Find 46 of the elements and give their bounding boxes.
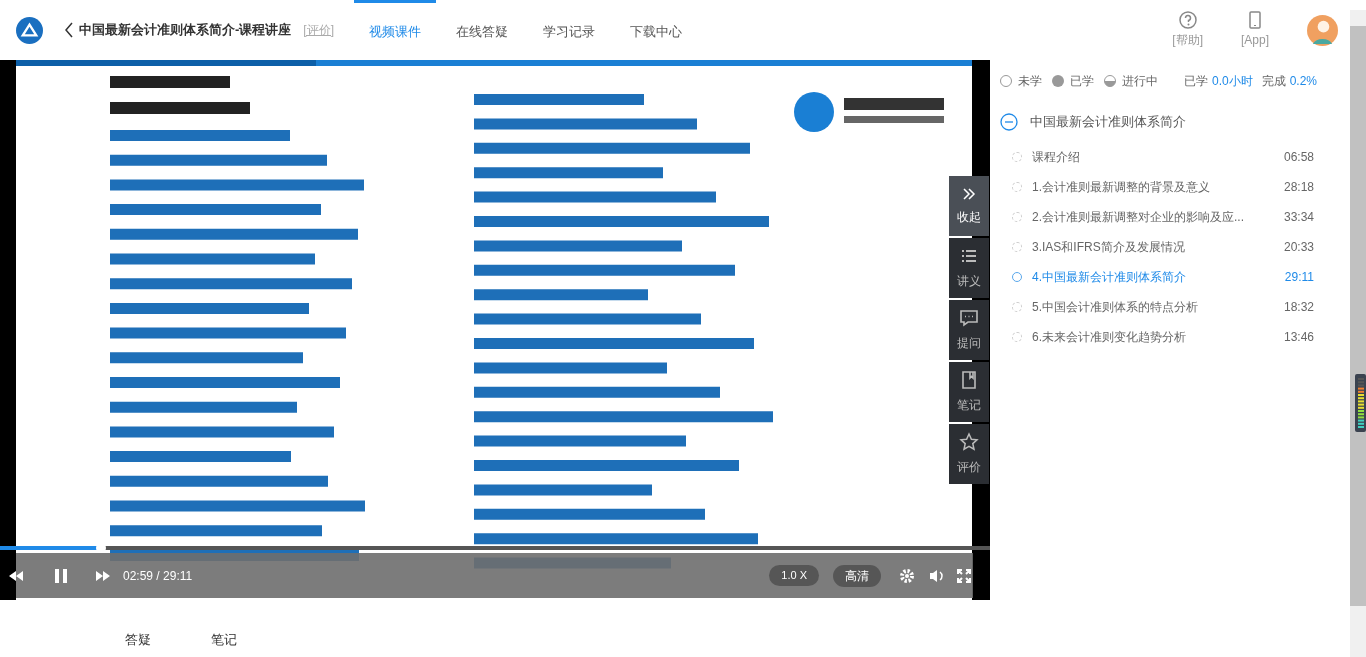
volume-icon[interactable] [929,567,945,584]
back-icon [63,22,75,38]
side-tool-button[interactable]: 收起 [949,176,989,236]
complete-percent: 0.2% [1289,73,1318,90]
logo-icon [16,16,43,44]
legend-label: 已学 [1070,73,1094,90]
lesson-item[interactable]: 1.会计准则最新调整的背景及意义 28:18 [1000,171,1330,202]
star-icon [959,432,979,452]
quality-button[interactable]: 高清 [833,564,881,587]
lesson-item[interactable]: 5.中国会计准则体系的特点分析 18:32 [1000,291,1330,322]
complete-label: 完成 [1261,73,1286,90]
chat-icon [959,308,979,328]
content-tab[interactable]: 答疑 [125,630,151,650]
side-tool-button[interactable]: 笔记 [949,362,989,422]
scrollbar[interactable] [1350,10,1366,657]
avatar[interactable] [1307,14,1338,46]
half-circle-icon [1104,75,1116,87]
studied-label: 已学 [1184,73,1208,90]
fullscreen-icon[interactable] [957,568,971,583]
notebook-icon [959,370,979,390]
content-tab[interactable]: 笔记 [211,630,237,650]
lesson-item[interactable]: 3.IAS和IFRS简介及发展情况 20:33 [1000,231,1330,262]
legend-label: 未学 [1018,73,1042,90]
nav-tab[interactable]: 学习记录 [528,0,610,60]
collapse-icon [1000,112,1018,131]
chapter-header[interactable]: 中国最新会计准则体系简介 [1000,112,1186,132]
phone-icon [1249,11,1261,29]
side-tool-button[interactable]: 评价 [949,424,989,484]
nav-tab[interactable]: 下载中心 [615,0,697,60]
studied-hours: 0.0小时 [1212,73,1253,90]
help-icon [1178,11,1197,29]
double-chevron-icon [961,186,977,202]
course-title: 中国最新会计准则体系简介-课程讲座 [79,21,292,40]
side-tool-button[interactable]: 提问 [949,300,989,360]
lesson-item[interactable]: 6.未来会计准则变化趋势分析 13:46 [1000,321,1330,352]
level-meter-icon [1355,374,1366,432]
nav-tab[interactable]: 在线答疑 [441,0,523,60]
side-tool-button[interactable]: 讲义 [949,238,989,298]
lesson-item[interactable]: 2.会计准则最新调整对企业的影响及应... 33:34 [1000,201,1330,232]
time-display: 02:59 / 29:11 [123,567,193,585]
legend-label: 进行中 [1122,73,1158,90]
speed-button[interactable]: 1.0 X [769,565,819,586]
settings-icon[interactable] [899,567,915,584]
lesson-item[interactable]: 4.中国最新会计准则体系简介 29:11 [1000,261,1330,292]
pause-icon[interactable] [53,567,69,584]
lesson-item[interactable]: 课程介绍 06:58 [1000,141,1330,172]
